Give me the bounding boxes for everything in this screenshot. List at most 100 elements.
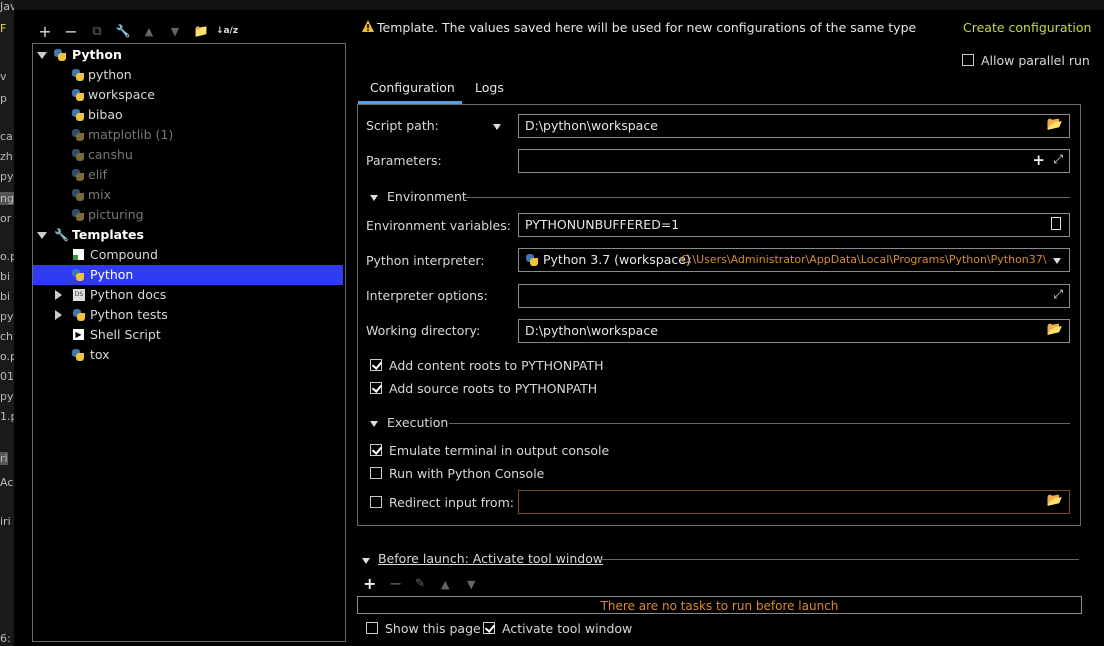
tree-item-mix[interactable]: mix [33, 185, 343, 205]
tree-item-matplotlib[interactable]: matplotlib (1) [33, 125, 343, 145]
python-icon [71, 168, 85, 182]
copy-icon[interactable]: ⧉ [88, 20, 106, 42]
working-directory-value: D:\python\workspace [525, 323, 658, 338]
folder-icon[interactable]: 📁 [192, 20, 210, 42]
expand-icon[interactable]: ⤢ [1053, 152, 1063, 167]
before-launch-task-list[interactable]: There are no tasks to run before launch [357, 596, 1082, 614]
tree-template-python-selected[interactable]: Python [33, 265, 343, 285]
folder-open-icon[interactable]: 📂 [1047, 117, 1063, 132]
tree-template-python-tests[interactable]: Python tests [33, 305, 343, 325]
tree-item-label: elif [88, 167, 108, 182]
edit-task-icon[interactable]: ✎ [415, 576, 429, 594]
warning-icon [361, 19, 375, 33]
move-task-up-icon[interactable]: ▲ [441, 578, 455, 596]
activate-tool-window-checkbox[interactable] [483, 622, 495, 634]
run-with-python-console-checkbox[interactable] [370, 467, 382, 479]
python-icon [525, 253, 539, 267]
tree-group-templates[interactable]: 🔧 Templates [33, 225, 343, 245]
interpreter-options-field[interactable]: ⤢ [518, 284, 1070, 308]
bg-fragment: py [0, 310, 14, 323]
chevron-down-icon[interactable] [1053, 258, 1061, 264]
show-this-page-checkbox[interactable] [366, 622, 378, 634]
collapse-arrow-icon[interactable] [37, 52, 47, 59]
python-icon [71, 108, 85, 122]
execution-separator [449, 423, 1070, 424]
expand-arrow-icon[interactable] [55, 310, 62, 320]
move-up-icon[interactable]: ▲ [140, 20, 158, 42]
wrench-icon[interactable]: 🔧 [114, 20, 132, 42]
emulate-terminal-checkbox[interactable] [370, 444, 382, 456]
configuration-tree: Python python workspace bibao matplotlib… [32, 43, 346, 642]
tab-logs[interactable]: Logs [475, 80, 504, 95]
execution-section-title: Execution [387, 415, 449, 430]
bg-fragment: py [0, 170, 14, 183]
tree-item-bibao[interactable]: bibao [33, 105, 343, 125]
collapse-arrow-icon[interactable] [37, 232, 47, 239]
bg-fragment: Jav [0, 0, 14, 13]
tree-item-label: bibao [88, 107, 123, 122]
tree-item-label: Shell Script [90, 327, 161, 342]
bg-fragment: ri [0, 452, 8, 465]
tree-item-workspace[interactable]: workspace [33, 85, 343, 105]
background-window-titlebar [0, 0, 1104, 10]
background-window-strip: Jav F v p ca zh py ng or o.p bi bi py ch… [0, 0, 14, 646]
add-icon[interactable]: + [36, 20, 54, 42]
python-icon [71, 128, 85, 142]
script-path-type-dropdown-icon[interactable] [493, 124, 501, 130]
wrench-icon: 🔧 [54, 228, 69, 242]
tree-group-python[interactable]: Python [33, 45, 343, 65]
add-content-roots-checkbox[interactable] [370, 359, 382, 371]
add-task-icon[interactable]: + [363, 574, 377, 593]
tree-template-python-docs[interactable]: DS Python docs [33, 285, 343, 305]
environment-collapse-icon[interactable] [370, 195, 378, 201]
tree-item-label: matplotlib (1) [88, 127, 174, 142]
tree-template-compound[interactable]: Compound [33, 245, 343, 265]
run-with-python-console-label: Run with Python Console [389, 466, 545, 481]
move-down-icon[interactable]: ▼ [166, 20, 184, 42]
bg-fragment: ch [0, 330, 14, 343]
expand-icon[interactable]: ⤢ [1053, 287, 1063, 302]
interpreter-options-label: Interpreter options: [366, 288, 488, 303]
allow-parallel-run-label: Allow parallel run [981, 53, 1090, 68]
bg-fragment: bi [0, 270, 11, 283]
redirect-input-checkbox[interactable] [370, 496, 382, 508]
add-source-roots-checkbox[interactable] [370, 382, 382, 394]
bg-fragment: zh [0, 150, 13, 163]
allow-parallel-run-checkbox[interactable] [962, 54, 974, 66]
tree-item-elif[interactable]: elif [33, 165, 343, 185]
tree-item-canshu[interactable]: canshu [33, 145, 343, 165]
tree-template-shell-script[interactable]: ▶ Shell Script [33, 325, 343, 345]
parameters-field[interactable]: + ⤢ [518, 149, 1070, 173]
folder-open-icon[interactable]: 📂 [1047, 493, 1063, 508]
tree-item-picturing[interactable]: picturing [33, 205, 343, 225]
terminal-icon: ▶ [73, 329, 84, 340]
remove-task-icon[interactable]: − [389, 574, 403, 593]
create-configuration-link[interactable]: Create configuration [963, 20, 1091, 35]
sort-icon[interactable]: ↓a/z [216, 20, 238, 42]
python-interpreter-label: Python interpreter: [366, 253, 485, 268]
script-path-field[interactable]: D:\python\workspace 📂 [518, 114, 1070, 138]
execution-collapse-icon[interactable] [370, 421, 378, 427]
redirect-input-field[interactable]: 📂 [518, 490, 1070, 514]
tab-configuration[interactable]: Configuration [370, 80, 455, 95]
environment-variables-field[interactable]: PYTHONUNBUFFERED=1 [518, 213, 1070, 237]
environment-variables-value: PYTHONUNBUFFERED=1 [525, 217, 680, 232]
bg-fragment: or [0, 212, 12, 225]
move-task-down-icon[interactable]: ▼ [467, 578, 481, 596]
edit-variables-icon[interactable] [1051, 217, 1061, 230]
environment-section-title: Environment [387, 189, 467, 204]
before-launch-collapse-icon[interactable] [362, 558, 370, 564]
remove-icon[interactable]: − [62, 20, 80, 42]
add-parameter-icon[interactable]: + [1032, 151, 1045, 169]
folder-open-icon[interactable]: 📂 [1047, 322, 1063, 337]
show-this-page-label: Show this page [385, 621, 481, 636]
activate-tool-window-label: Activate tool window [502, 621, 633, 636]
expand-arrow-icon[interactable] [55, 290, 62, 300]
tree-item-python[interactable]: python [33, 65, 343, 85]
python-icon [71, 68, 85, 82]
tree-item-label: Compound [90, 247, 158, 262]
python-interpreter-select[interactable]: Python 3.7 (workspace) C:\Users\Administ… [518, 248, 1070, 272]
working-directory-field[interactable]: D:\python\workspace 📂 [518, 319, 1070, 343]
environment-separator [465, 197, 1070, 198]
tree-template-tox[interactable]: tox [33, 345, 343, 365]
